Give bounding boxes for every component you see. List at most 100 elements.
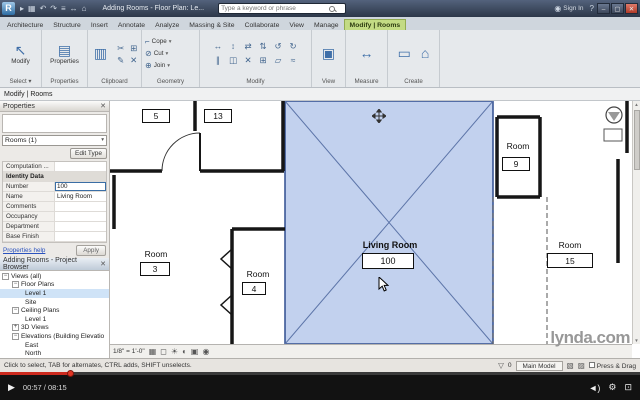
close-icon[interactable]: ✕ [100,102,106,110]
property-row-department[interactable]: Department [3,222,106,232]
tree-item-floor-plans[interactable]: − Floor Plans [0,281,109,290]
tab-view[interactable]: View [284,20,309,30]
redo-icon[interactable]: ↷ [50,4,57,13]
settings-icon[interactable]: ⚙ [608,382,616,393]
copy-tool-icon[interactable]: ↻ [286,40,300,53]
main-model-selector[interactable]: Main Model [515,360,563,371]
app-logo-icon[interactable]: R [2,2,15,15]
reveal-hidden-icon[interactable]: ◉ [202,347,209,356]
panel-label-select[interactable]: Select ▾ [0,77,41,87]
type-selector[interactable]: Rooms (1) ▾ [2,134,107,146]
collapse-icon[interactable]: − [12,281,19,289]
room-tag-4[interactable]: 4 [242,282,266,295]
drawing-area[interactable]: 5 13 Room 9 Room 3 Room 4 Living Room 10… [110,101,640,358]
tab-analyze[interactable]: Analyze [150,20,184,30]
properties-help-link[interactable]: Properties help [3,247,45,254]
scale-control[interactable]: 1/8" = 1'-0" [113,348,145,355]
tab-massing-site[interactable]: Massing & Site [184,20,239,30]
pin-icon[interactable]: ≈ [286,54,300,67]
property-row-base-finish[interactable]: Base Finish [3,232,106,242]
design-options-icon[interactable]: ▨ [578,361,585,370]
create-group-button[interactable]: ⌂ [416,44,434,63]
number-value-field[interactable]: 100 [55,182,106,191]
room-15-label[interactable]: Room [538,240,602,250]
vertical-scrollbar[interactable]: ▲ ▼ [632,101,640,344]
measure-button[interactable]: ↔ [355,44,379,63]
room-tag-15[interactable]: 15 [547,253,593,268]
selected-room-living-room[interactable] [284,101,494,344]
print-icon[interactable]: ≡ [61,4,66,13]
tree-item-site[interactable]: Site [0,298,109,307]
search-icon[interactable] [329,5,336,12]
cut-icon[interactable]: ✂ [114,42,127,54]
tree-item-ceiling-level1[interactable]: Level 1 [0,315,109,324]
rotate-icon[interactable]: ↺ [271,40,285,53]
delete-icon[interactable]: ✕ [127,54,140,66]
sign-in-button[interactable]: ◉ Sign In [552,4,583,13]
close-icon[interactable]: ✕ [100,260,106,268]
cut-geometry-button[interactable]: ⊘ Cut ▾ [145,48,168,60]
room-tag-13[interactable]: 13 [204,109,232,123]
close-button[interactable]: ✕ [625,3,638,14]
edit-type-button[interactable]: Edit Type [70,148,107,159]
room-9-label[interactable]: Room [488,141,548,151]
property-row-occupancy[interactable]: Occupancy [3,212,106,222]
align-icon[interactable]: ↔ [211,40,225,53]
open-icon[interactable]: ▸ [20,4,24,13]
delete-tool-icon[interactable]: ✕ [241,54,255,67]
tree-item-3d-views[interactable]: +3D Views [0,324,109,333]
scrollbar-thumb[interactable] [633,110,640,170]
modify-tool-button[interactable]: ↖ Modify [6,41,35,67]
save-icon[interactable]: ▦ [28,4,36,13]
room-3-label[interactable]: Room [126,249,186,259]
room-tag-100[interactable]: 100 [362,253,414,269]
tab-manage[interactable]: Manage [309,20,344,30]
help-icon[interactable]: ? [590,4,594,13]
tree-item-elevations[interactable]: − Elevations (Building Elevatio [0,332,109,341]
scroll-down-icon[interactable]: ▼ [634,337,638,344]
project-browser-header[interactable]: Adding Rooms - Project Browser ✕ [0,257,109,271]
tree-item-north[interactable]: North [0,349,109,358]
collapse-icon[interactable]: − [2,272,9,280]
collapse-icon[interactable]: − [12,307,19,315]
home-icon[interactable]: ⌂ [82,4,87,13]
scale-icon[interactable]: ▱ [271,54,285,67]
tree-item-east[interactable]: East [0,341,109,350]
property-row-number[interactable]: Number 100 [3,182,106,192]
name-value-field[interactable]: Living Room [55,192,106,201]
crop-view-icon[interactable]: ▣ [191,347,199,356]
tab-modify-rooms[interactable]: Modify | Rooms [343,19,407,30]
sun-path-icon[interactable]: ☀ [171,347,178,356]
infocenter-search[interactable] [218,3,347,14]
checkbox-icon[interactable] [588,361,595,368]
filter-icon[interactable]: ▽ [498,361,504,370]
tab-insert[interactable]: Insert [86,20,113,30]
property-row-name[interactable]: Name Living Room [3,192,106,202]
match-type-icon[interactable]: ✎ [114,54,127,66]
tree-item-level1[interactable]: Level 1 [0,289,109,298]
collapse-icon[interactable]: − [12,332,19,340]
array-icon[interactable]: ⊞ [256,54,270,67]
properties-header[interactable]: Properties ✕ [0,101,109,113]
play-button[interactable]: ▶ [8,382,15,393]
room-tag-9[interactable]: 9 [502,157,530,171]
minimize-button[interactable]: – [597,3,610,14]
tab-annotate[interactable]: Annotate [113,20,150,30]
offset-icon[interactable]: ↕ [226,40,240,53]
maximize-button[interactable]: ▢ [611,3,624,14]
cope-button[interactable]: ⌐ Cope ▾ [145,36,172,48]
fullscreen-icon[interactable]: ⊡ [624,382,632,393]
worksets-icon[interactable]: ▧ [567,361,574,370]
trim-icon[interactable]: ◫ [226,54,240,67]
property-row-comments[interactable]: Comments [3,202,106,212]
tab-architecture[interactable]: Architecture [2,20,48,30]
detail-level-icon[interactable]: ▦ [149,347,157,356]
floor-plan[interactable] [110,101,632,344]
room-tag-5[interactable]: 5 [142,109,170,123]
join-button[interactable]: ⊕ Join ▾ [145,60,170,72]
visual-style-icon[interactable]: ◻ [160,347,167,356]
shadows-icon[interactable]: ◐ [182,347,187,356]
tab-collaborate[interactable]: Collaborate [240,20,285,30]
tab-structure[interactable]: Structure [48,20,86,30]
property-row-computation[interactable]: Computation ... [3,162,106,172]
